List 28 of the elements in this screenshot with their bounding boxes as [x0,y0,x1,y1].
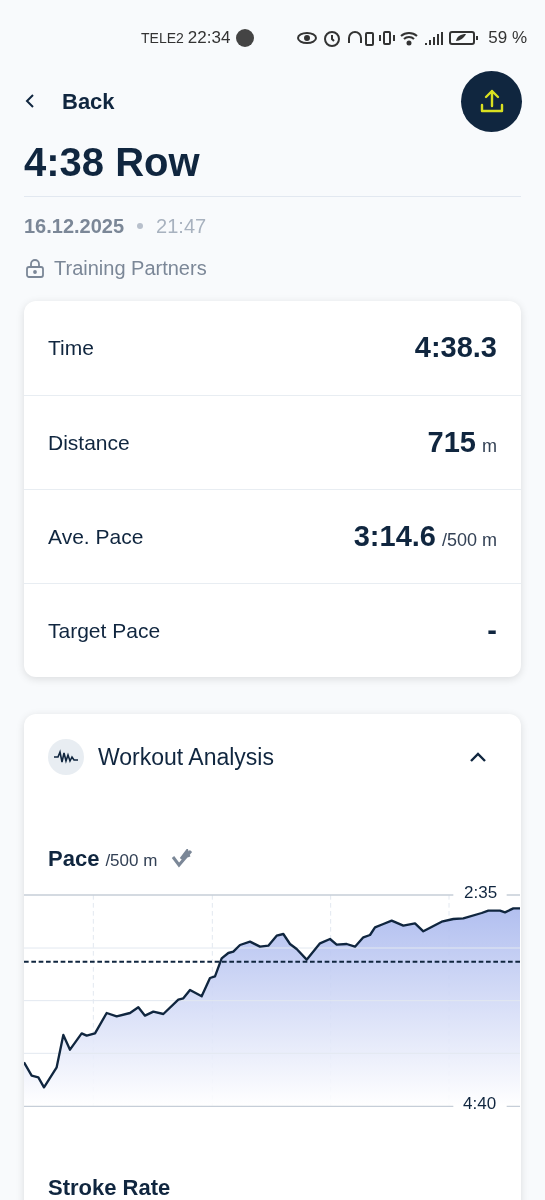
stat-label: Distance [48,429,130,456]
stat-unit: /500 m [441,528,497,552]
stat-value: 715 [427,424,476,460]
workout-title: 4:38 Row [23,139,201,186]
chart-unit: /500 m [105,850,158,872]
axis-label: 2:35 [464,882,498,904]
workout-date: 16.12.2025 [24,214,125,239]
stat-value: 3:14.6 [353,518,436,554]
carrier-label: TELE2 [141,28,184,48]
analysis-header[interactable]: Workout Analysis [24,714,521,800]
axis-label: 4:40 [463,1093,497,1115]
back-icon [24,93,36,109]
stat-label: Time [48,335,94,362]
stat-value: 4:38.3 [414,330,497,366]
stat-unit: m [482,434,497,458]
stat-label: Ave. Pace [48,523,144,550]
stat-value: - [487,612,497,648]
share-button[interactable] [461,70,522,132]
section-title: Stroke Rate [48,1175,171,1200]
stat-label: Target Pace [48,617,161,644]
clock: 22:34 [187,27,231,50]
workout-time: 21:47 [156,214,207,239]
lock-icon [24,257,46,279]
battery-label: 59 % [488,27,527,50]
back-button[interactable]: Back [24,84,115,118]
chart-title: Pace [48,845,100,873]
visibility-label: Training Partners [54,256,207,281]
waveform-icon [48,739,84,775]
